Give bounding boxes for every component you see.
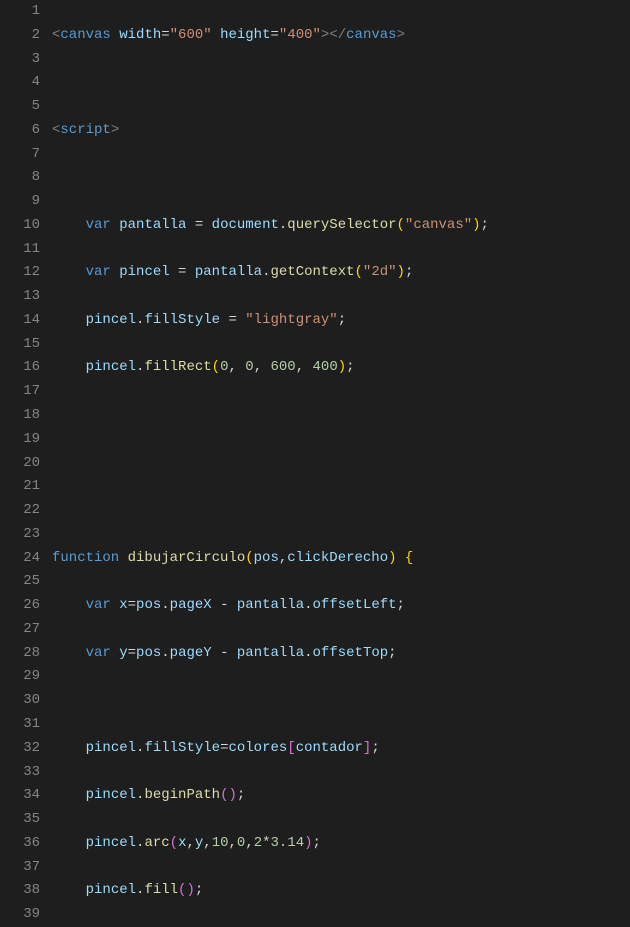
code-line[interactable]: [52, 404, 630, 428]
line-number: 20: [0, 452, 40, 476]
code-line[interactable]: [52, 499, 630, 523]
line-number: 4: [0, 71, 40, 95]
code-line[interactable]: pincel.arc(x,y,10,0,2*3.14);: [52, 832, 630, 856]
code-line[interactable]: <script>: [52, 119, 630, 143]
line-number: 6: [0, 119, 40, 143]
line-number: 32: [0, 737, 40, 761]
line-number: 26: [0, 594, 40, 618]
line-number: 9: [0, 190, 40, 214]
line-number: 39: [0, 903, 40, 927]
line-number: 23: [0, 523, 40, 547]
line-number: 33: [0, 761, 40, 785]
code-line[interactable]: var pincel = pantalla.getContext("2d");: [52, 261, 630, 285]
code-line[interactable]: pincel.fillStyle = "lightgray";: [52, 309, 630, 333]
line-number: 37: [0, 856, 40, 880]
line-number: 12: [0, 261, 40, 285]
line-number: 16: [0, 356, 40, 380]
line-number: 29: [0, 665, 40, 689]
line-number: 3: [0, 48, 40, 72]
code-editor[interactable]: 1 2 3 4 5 6 7 8 9 10 11 12 13 14 15 16 1…: [0, 0, 630, 927]
code-line[interactable]: [52, 689, 630, 713]
line-number: 22: [0, 499, 40, 523]
line-number: 7: [0, 143, 40, 167]
code-line[interactable]: var pantalla = document.querySelector("c…: [52, 214, 630, 238]
code-line[interactable]: pincel.beginPath();: [52, 784, 630, 808]
line-number: 31: [0, 713, 40, 737]
code-line[interactable]: var y=pos.pageY - pantalla.offsetTop;: [52, 642, 630, 666]
line-number: 15: [0, 333, 40, 357]
line-number: 25: [0, 570, 40, 594]
line-number: 28: [0, 642, 40, 666]
code-line[interactable]: <canvas width="600" height="400"></canva…: [52, 24, 630, 48]
line-number: 27: [0, 618, 40, 642]
line-number: 17: [0, 380, 40, 404]
code-line[interactable]: pincel.fillRect(0, 0, 600, 400);: [52, 356, 630, 380]
line-number: 1: [0, 0, 40, 24]
code-line[interactable]: [52, 166, 630, 190]
line-number: 8: [0, 166, 40, 190]
code-line[interactable]: pincel.fill();: [52, 879, 630, 903]
code-line[interactable]: var x=pos.pageX - pantalla.offsetLeft;: [52, 594, 630, 618]
code-line[interactable]: [52, 452, 630, 476]
line-number-gutter: 1 2 3 4 5 6 7 8 9 10 11 12 13 14 15 16 1…: [0, 0, 52, 927]
line-number: 13: [0, 285, 40, 309]
line-number: 30: [0, 689, 40, 713]
code-line[interactable]: function dibujarCirculo(pos,clickDerecho…: [52, 547, 630, 571]
code-area[interactable]: <canvas width="600" height="400"></canva…: [52, 0, 630, 927]
line-number: 11: [0, 238, 40, 262]
line-number: 36: [0, 832, 40, 856]
line-number: 19: [0, 428, 40, 452]
line-number: 21: [0, 475, 40, 499]
code-line[interactable]: [52, 71, 630, 95]
line-number: 2: [0, 24, 40, 48]
line-number: 18: [0, 404, 40, 428]
line-number: 38: [0, 879, 40, 903]
code-line[interactable]: pincel.fillStyle=colores[contador];: [52, 737, 630, 761]
line-number: 5: [0, 95, 40, 119]
line-number: 34: [0, 784, 40, 808]
line-number: 14: [0, 309, 40, 333]
line-number: 35: [0, 808, 40, 832]
line-number: 24: [0, 547, 40, 571]
line-number: 10: [0, 214, 40, 238]
